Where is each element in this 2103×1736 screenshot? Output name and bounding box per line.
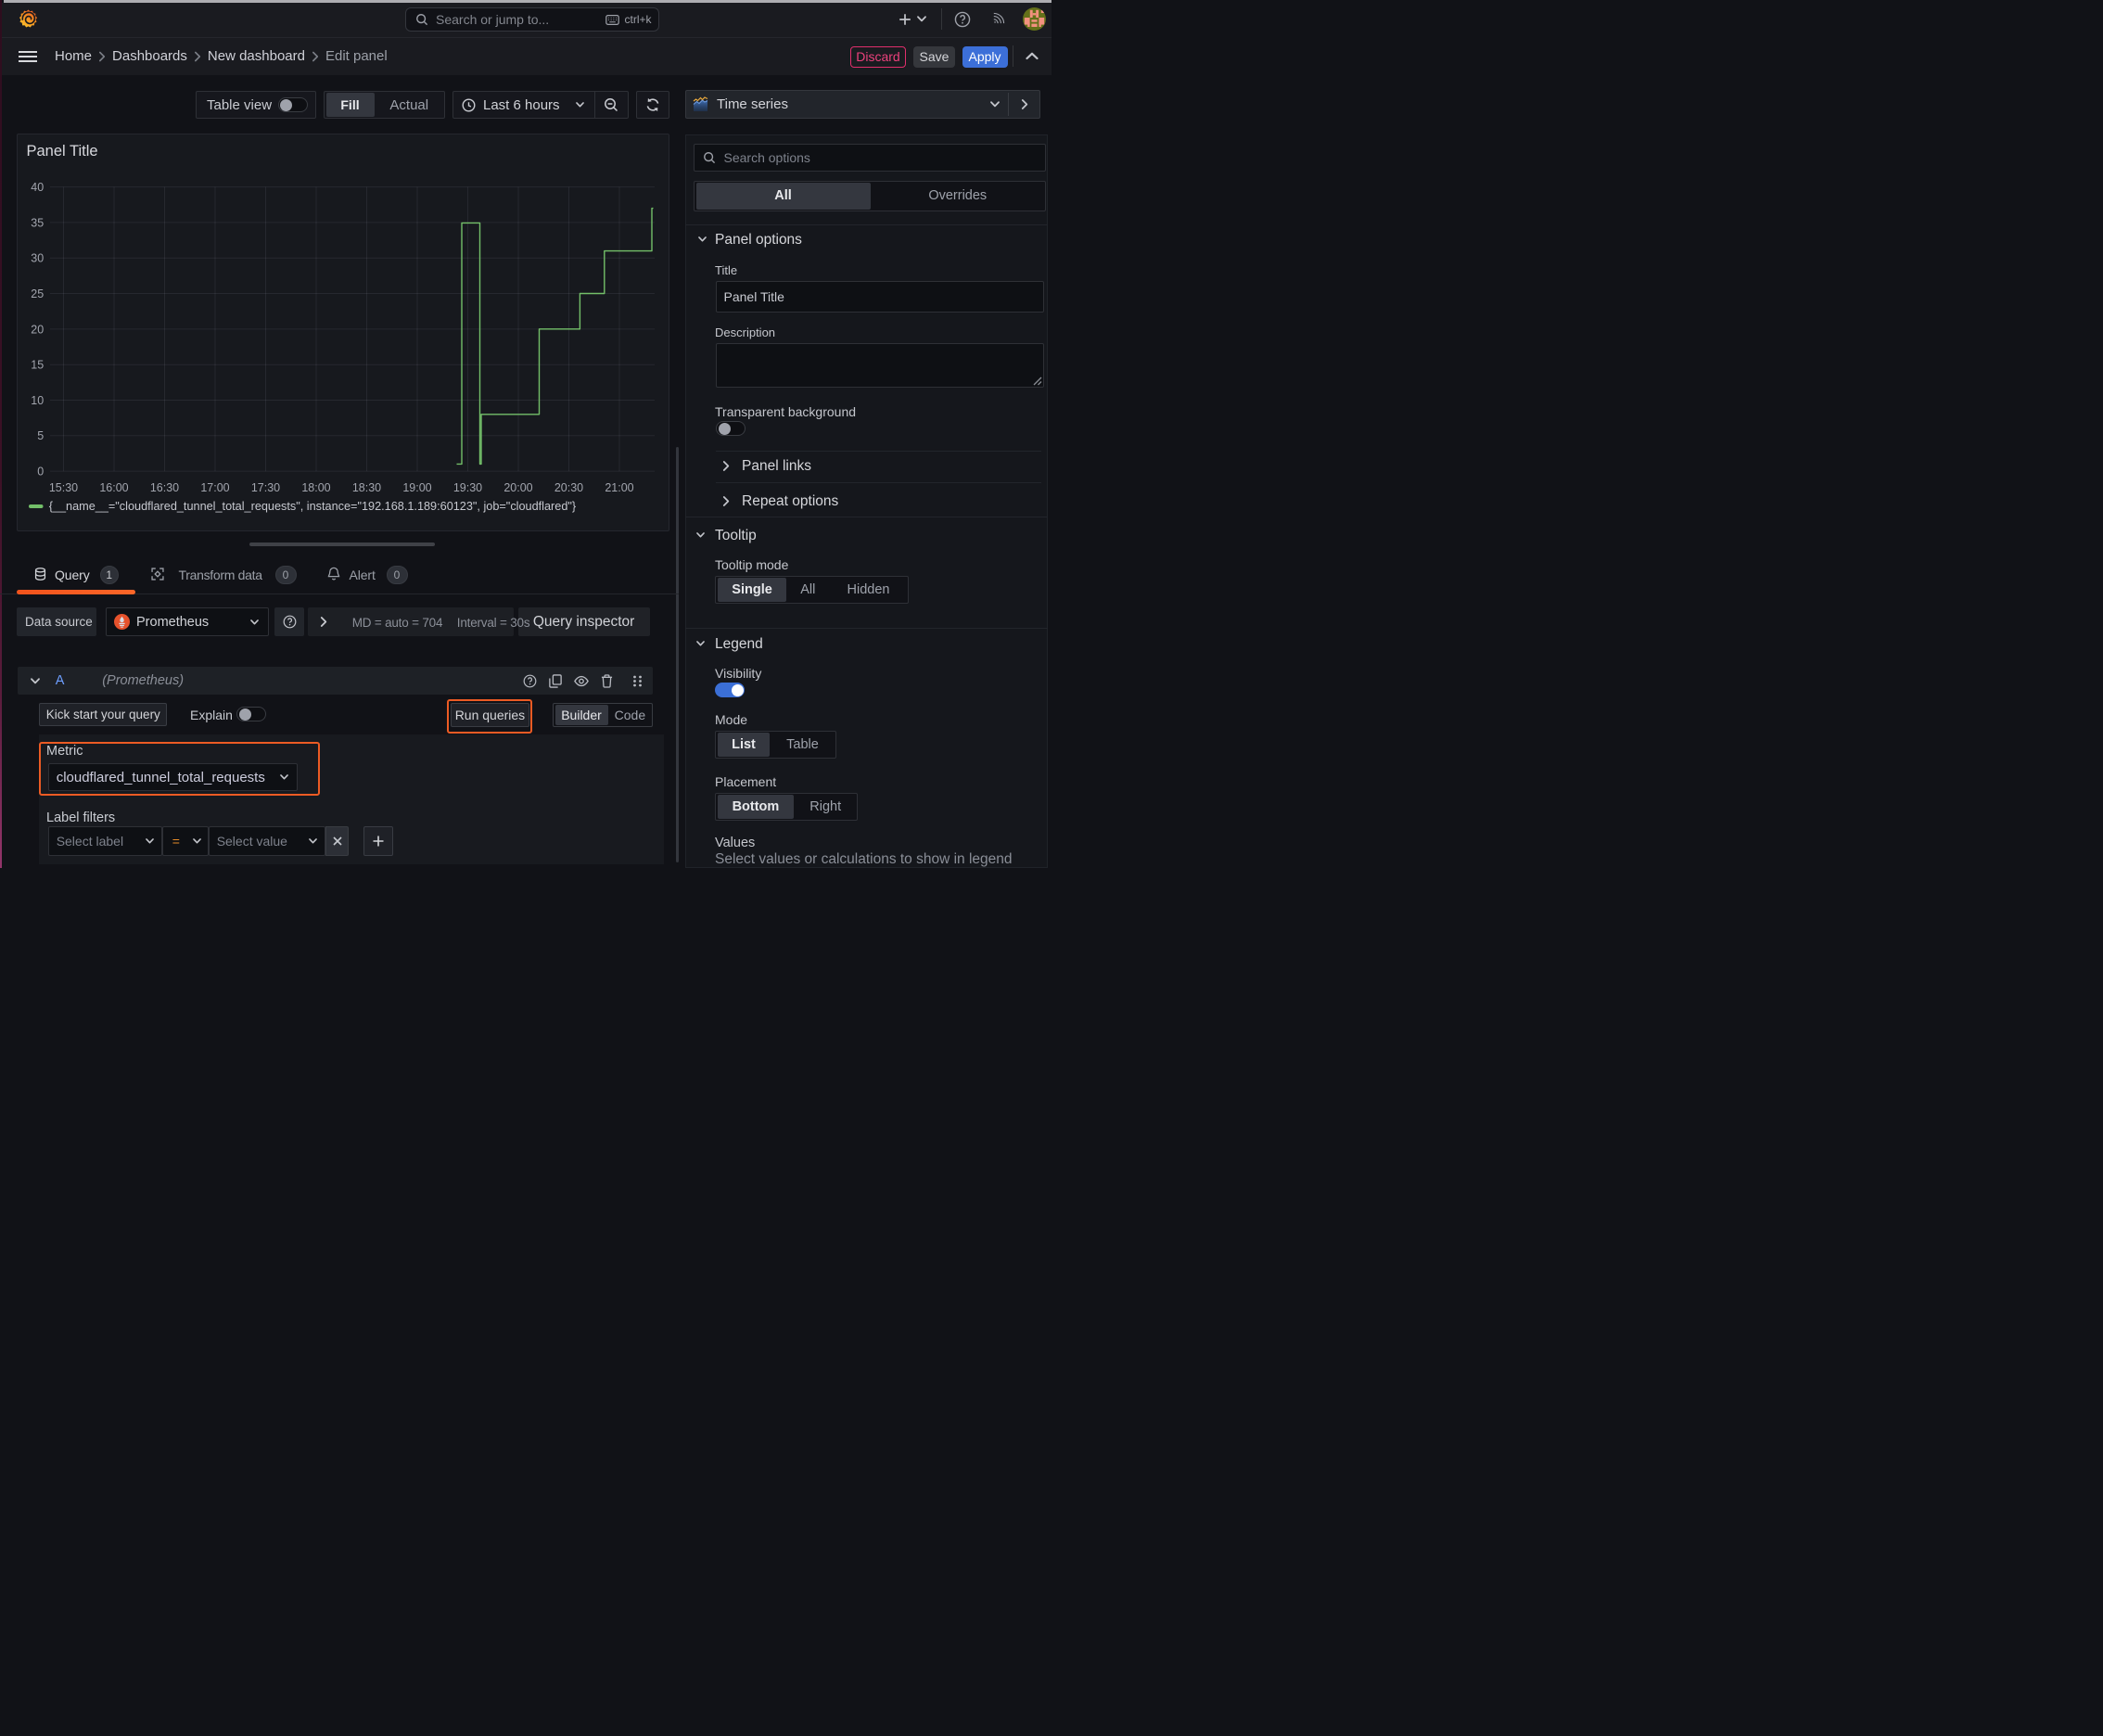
svg-text:{__name__="cloudflared_tunnel_: {__name__="cloudflared_tunnel_total_requ… xyxy=(49,501,577,514)
svg-text:18:00: 18:00 xyxy=(301,481,330,494)
svg-text:25: 25 xyxy=(31,287,44,300)
svg-text:20:00: 20:00 xyxy=(503,481,532,494)
svg-text:20:30: 20:30 xyxy=(554,481,583,494)
svg-text:30: 30 xyxy=(31,252,44,265)
svg-text:5: 5 xyxy=(37,430,44,443)
svg-text:19:30: 19:30 xyxy=(453,481,482,494)
svg-text:15:30: 15:30 xyxy=(49,481,78,494)
svg-text:10: 10 xyxy=(31,394,44,407)
svg-text:18:30: 18:30 xyxy=(352,481,381,494)
svg-text:19:00: 19:00 xyxy=(402,481,431,494)
svg-text:16:00: 16:00 xyxy=(99,481,128,494)
svg-text:17:00: 17:00 xyxy=(200,481,229,494)
svg-text:21:00: 21:00 xyxy=(605,481,633,494)
svg-text:15: 15 xyxy=(31,359,44,372)
svg-text:35: 35 xyxy=(31,217,44,230)
svg-text:20: 20 xyxy=(31,324,44,337)
svg-text:16:30: 16:30 xyxy=(150,481,179,494)
svg-text:0: 0 xyxy=(37,466,44,479)
svg-text:40: 40 xyxy=(31,181,44,194)
svg-text:17:30: 17:30 xyxy=(251,481,280,494)
